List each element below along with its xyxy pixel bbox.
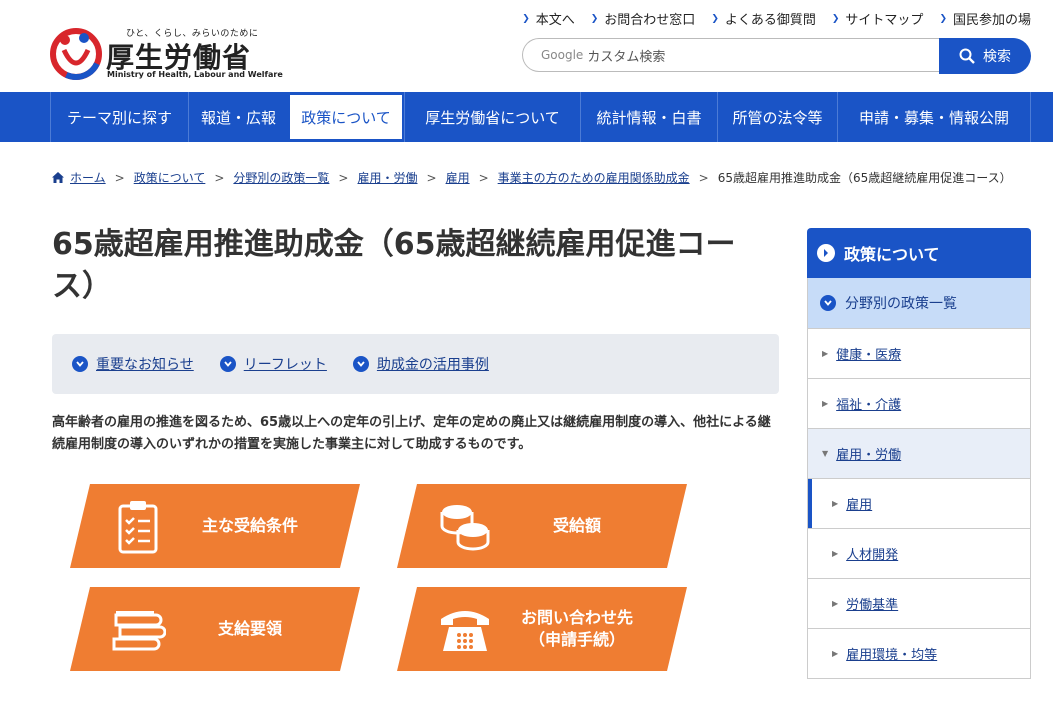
books-icon: [112, 611, 166, 651]
util-link-skip-to-content[interactable]: ❯ 本文へ: [522, 9, 575, 28]
chevron-right-icon: ❯: [831, 13, 840, 24]
anchor-links-box: 重要なお知らせ リーフレット 助成金の活用事例: [52, 334, 779, 394]
util-link-sitemap[interactable]: ❯ サイトマップ: [832, 9, 924, 28]
tile-label: 受給額: [552, 516, 601, 535]
page-title: 65歳超雇用推進助成金（65歳超継続雇用促進コース）: [52, 227, 736, 304]
breadcrumb-link-policy[interactable]: 政策について: [134, 169, 206, 186]
breadcrumb-link-employment-labour[interactable]: 雇用・労働: [357, 169, 417, 186]
site-search: Google カスタム検索 検索: [522, 38, 1031, 74]
sidebar-item-welfare-care[interactable]: ▶ 福祉・介護: [807, 379, 1031, 429]
tile-label: お問い合わせ先 （申請手続）: [520, 608, 633, 649]
sidebar-heading[interactable]: 政策について: [807, 228, 1031, 278]
sidebar-item-equal-employment[interactable]: ▶ 雇用環境・均等: [807, 629, 1031, 679]
logo-english-name: Ministry of Health, Labour and Welfare: [107, 70, 283, 79]
anchor-link-case-studies[interactable]: 助成金の活用事例: [352, 354, 489, 374]
sidebar-item-employment[interactable]: ▶ 雇用: [807, 479, 1031, 529]
gnav-item-applications[interactable]: 申請・募集・情報公開: [837, 92, 1031, 142]
site-logo[interactable]: ひと、くらし、みらいのために 厚生労働省 Ministry of Health,…: [50, 24, 283, 84]
intro-text: 高年齢者の雇用の推進を図るため、65歳以上への定年の引上げ、定年の定めの廃止又は…: [52, 415, 771, 452]
chevron-right-icon: ❯: [590, 13, 599, 24]
sidebar: 政策について 分野別の政策一覧 ▶ 健康・医療 ▶ 福祉・介護 ▼ 雇用・労働 ▶ 雇用…: [807, 228, 1031, 679]
triangle-right-icon: ▶: [832, 649, 839, 658]
sidebar-subheading[interactable]: 分野別の政策一覧: [807, 278, 1031, 329]
chevron-down-icon: [72, 356, 88, 372]
tile-guidelines[interactable]: 支給要領: [70, 587, 360, 671]
breadcrumb-link-policy-list[interactable]: 分野別の政策一覧: [233, 169, 329, 186]
breadcrumb-link-home[interactable]: ホーム: [70, 169, 106, 186]
breadcrumb-current: 65歳超雇用推進助成金（65歳超継続雇用促進コース）: [717, 171, 1012, 185]
breadcrumb-link-subsidies[interactable]: 事業主の方のための雇用関係助成金: [498, 169, 690, 186]
chevron-down-icon: [820, 295, 836, 311]
utility-nav: ❯ 本文へ ❯ お問合わせ窓口 ❯ よくある御質問 ❯ サイトマップ ❯ 国民参加の場: [506, 9, 1031, 28]
triangle-down-icon: ▼: [822, 449, 829, 458]
breadcrumb-link-employment[interactable]: 雇用: [446, 169, 470, 186]
coins-icon: [440, 505, 490, 551]
sidebar-item-human-resources[interactable]: ▶ 人材開発: [807, 529, 1031, 579]
search-placeholder: カスタム検索: [587, 49, 666, 65]
gnav-item-statistics[interactable]: 統計情報・白書: [580, 92, 717, 142]
sidebar-item-employment-labour[interactable]: ▼ 雇用・労働: [807, 429, 1031, 479]
home-icon: [52, 172, 64, 183]
util-link-faq[interactable]: ❯ よくある御質問: [711, 9, 816, 28]
triangle-right-icon: ▶: [822, 349, 829, 358]
util-link-public-participation[interactable]: ❯ 国民参加の場: [939, 9, 1031, 28]
telephone-icon: [441, 611, 489, 651]
chevron-right-icon: ❯: [939, 13, 947, 24]
tile-label: 支給要領: [217, 619, 282, 638]
gnav-item-about-mhlw[interactable]: 厚生労働省について: [404, 92, 580, 142]
google-brand-label: Google: [541, 48, 584, 62]
sidebar-item-health-medical[interactable]: ▶ 健康・医療: [807, 329, 1031, 379]
gnav-item-themes[interactable]: テーマ別に探す: [50, 92, 188, 142]
tile-label: 主な受給条件: [201, 516, 298, 535]
anchor-link-leaflet[interactable]: リーフレット: [219, 354, 327, 374]
search-input[interactable]: Google カスタム検索: [522, 38, 942, 72]
chevron-right-icon: ❯: [711, 13, 719, 24]
mhlw-logo-icon: [50, 28, 102, 80]
util-link-contact[interactable]: ❯ お問合わせ窓口: [591, 9, 696, 28]
gnav-item-policy[interactable]: 政策について: [288, 93, 404, 141]
tile-contact[interactable]: お問い合わせ先 （申請手続）: [397, 587, 687, 671]
triangle-right-icon: ▶: [832, 549, 839, 558]
search-button[interactable]: 検索: [939, 38, 1031, 74]
search-icon: [959, 48, 975, 64]
clipboard-checklist-icon: [118, 501, 158, 554]
breadcrumb: ホーム > 政策について > 分野別の政策一覧 > 雇用・労働 > 雇用 > 事業主の方の…: [52, 169, 1012, 186]
triangle-right-icon: ▶: [822, 399, 829, 408]
site-header: ひと、くらし、みらいのために 厚生労働省 Ministry of Health,…: [0, 0, 1053, 92]
tile-payment-amount[interactable]: 受給額: [397, 484, 687, 568]
gnav-item-press[interactable]: 報道・広報: [188, 92, 288, 142]
gnav-item-laws[interactable]: 所管の法令等: [717, 92, 837, 142]
chevron-down-icon: [219, 356, 236, 372]
chevron-right-icon: [817, 244, 835, 262]
tile-eligibility[interactable]: 主な受給条件: [70, 484, 360, 568]
chevron-right-icon: ❯: [522, 13, 530, 24]
anchor-link-important-notice[interactable]: 重要なお知らせ: [72, 354, 194, 374]
triangle-right-icon: ▶: [832, 599, 839, 608]
sidebar-item-labour-standards[interactable]: ▶ 労働基準: [807, 579, 1031, 629]
global-nav: テーマ別に探す 報道・広報 政策について 厚生労働省について 統計情報・白書 所…: [0, 92, 1053, 142]
chevron-down-icon: [352, 356, 369, 372]
triangle-right-icon: ▶: [832, 499, 839, 508]
